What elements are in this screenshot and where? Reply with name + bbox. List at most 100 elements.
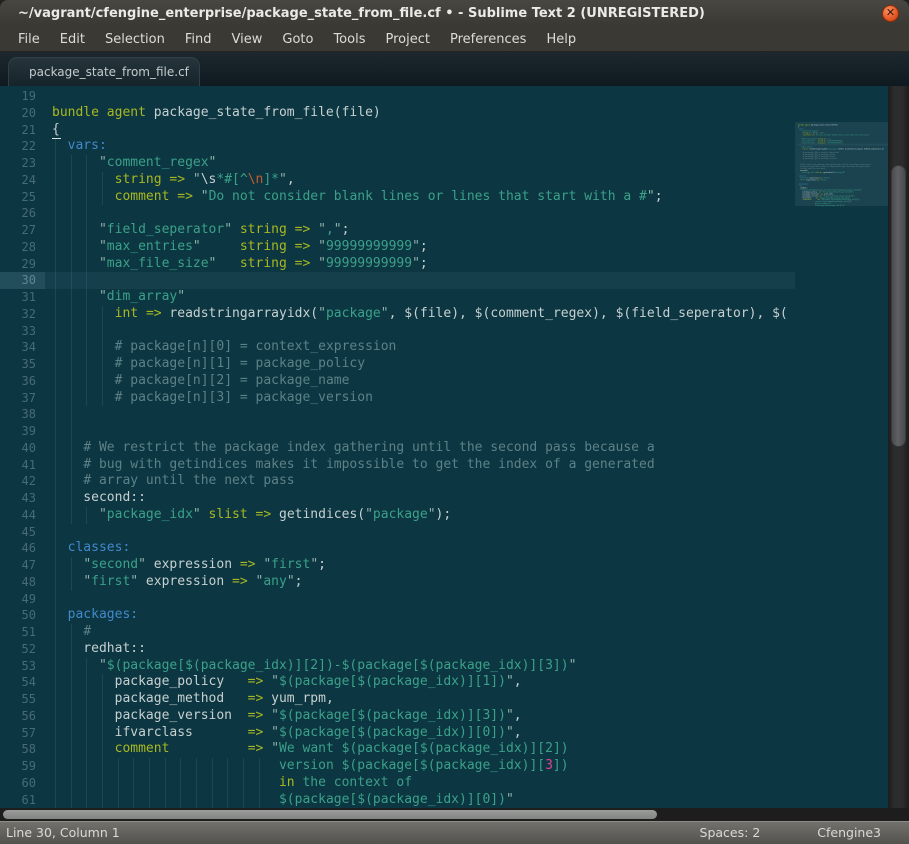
line-number: 38 xyxy=(0,406,45,423)
code-line[interactable]: 43 second:: xyxy=(0,490,795,507)
code-line[interactable]: 61 $(package[$(package_idx)][0])" xyxy=(797,204,888,206)
code-line[interactable]: 53 "$(package[$(package_idx)][2])-$(pack… xyxy=(0,658,795,675)
code-token: " xyxy=(647,189,655,204)
code-text: version $(package[$(package_idx)][3]) xyxy=(45,758,795,775)
code-token xyxy=(193,189,201,204)
minimap[interactable]: 1920bundle agent package_state_from_file… xyxy=(795,86,888,808)
code-line[interactable]: 54 package_policy => "$(package[$(packag… xyxy=(0,674,795,691)
code-line[interactable]: 58 comment => "We want $(package[$(packa… xyxy=(0,741,795,758)
tab-bar: package_state_from_file.cf xyxy=(0,52,909,86)
menu-item-find[interactable]: Find xyxy=(175,27,222,52)
code-line[interactable]: 28 "max_entries" string => "99999999999"… xyxy=(0,239,795,256)
horizontal-scrollbar-thumb[interactable] xyxy=(3,810,657,819)
menu-item-help[interactable]: Help xyxy=(536,27,586,52)
code-text: "field_seperator" string => ","; xyxy=(45,222,795,239)
code-line[interactable]: 57 ifvarclass => "$(package[$(package_id… xyxy=(0,725,795,742)
code-token: comment xyxy=(115,189,170,204)
indent-guide xyxy=(55,356,56,373)
code-line[interactable]: 59 version $(package[$(package_idx)][3]) xyxy=(0,758,795,775)
code-line[interactable]: 19 xyxy=(0,88,795,105)
code-token: second:: xyxy=(52,490,146,505)
code-line[interactable]: 36 # package[n][2] = package_name xyxy=(0,373,795,390)
code-token xyxy=(263,708,271,723)
code-line[interactable]: 34 # package[n][0] = context_expression xyxy=(0,339,795,356)
code-token xyxy=(52,172,115,187)
menu-item-edit[interactable]: Edit xyxy=(50,27,95,52)
code-token: " xyxy=(209,155,217,170)
indent-guide xyxy=(71,658,72,675)
code-line[interactable]: 24 string => "\s*#[^\n]*", xyxy=(0,172,795,189)
indent-guide xyxy=(86,356,87,373)
line-number: 55 xyxy=(0,691,45,708)
code-token: " xyxy=(99,658,107,673)
code-line[interactable]: 23 "comment_regex" xyxy=(0,155,795,172)
code-line[interactable]: 33 xyxy=(0,323,795,340)
vertical-scrollbar[interactable] xyxy=(888,86,909,808)
code-text: "second" expression => "first"; xyxy=(45,557,795,574)
indent-guide xyxy=(259,758,260,775)
indent-guide xyxy=(133,758,134,775)
code-token: => xyxy=(177,189,193,204)
code-line[interactable]: 60 in the context of xyxy=(0,775,795,792)
code-line[interactable]: 20bundle agent package_state_from_file(f… xyxy=(0,105,795,122)
menu-item-tools[interactable]: Tools xyxy=(323,27,375,52)
code-token: 99999999999 xyxy=(326,256,412,271)
horizontal-scrollbar[interactable] xyxy=(0,808,909,821)
indent-guide xyxy=(227,758,228,775)
code-line[interactable]: 56 package_version => "$(package[$(packa… xyxy=(0,708,795,725)
indent-guide xyxy=(55,189,56,206)
menu-item-project[interactable]: Project xyxy=(375,27,439,52)
code-line[interactable]: 35 # package[n][1] = package_policy xyxy=(0,356,795,373)
line-number: 51 xyxy=(0,624,45,641)
line-number: 20 xyxy=(0,105,45,122)
code-line[interactable]: 48 "first" expression => "any"; xyxy=(0,574,795,591)
vertical-scrollbar-thumb[interactable] xyxy=(891,165,906,447)
title-bar[interactable]: ~/vagrant/cfengine_enterprise/package_st… xyxy=(0,0,909,27)
code-line[interactable]: 21{ xyxy=(0,122,795,139)
indent-guide xyxy=(86,323,87,340)
code-line[interactable]: 39 xyxy=(0,423,795,440)
code-line[interactable]: 25 comment => "Do not consider blank lin… xyxy=(0,189,795,206)
indent-setting[interactable]: Spaces: 2 xyxy=(700,825,761,840)
code-line[interactable]: 55 package_method => yum_rpm, xyxy=(0,691,795,708)
menu-item-preferences[interactable]: Preferences xyxy=(440,27,536,52)
code-line[interactable]: 46 classes: xyxy=(0,540,795,557)
code-line[interactable]: 32 int => readstringarrayidx("package", … xyxy=(0,306,795,323)
code-area[interactable]: 1920bundle agent package_state_from_file… xyxy=(0,86,795,808)
code-line[interactable]: 26 xyxy=(0,205,795,222)
code-line[interactable]: 29 "max_file_size" string => "9999999999… xyxy=(0,256,795,273)
code-line[interactable]: 22 vars: xyxy=(0,138,795,155)
menu-item-file[interactable]: File xyxy=(8,27,50,52)
code-line[interactable]: 42 # array until the next pass xyxy=(0,473,795,490)
code-token: classes: xyxy=(68,540,131,555)
code-line[interactable]: 49 xyxy=(0,591,795,608)
code-line[interactable]: 38 xyxy=(0,406,795,423)
code-token: " xyxy=(130,574,138,589)
indent-guide xyxy=(86,674,87,691)
code-line[interactable]: 37 # package[n][3] = package_version xyxy=(0,390,795,407)
code-line[interactable]: 50 packages: xyxy=(0,607,795,624)
code-line[interactable]: 51 # xyxy=(0,624,795,641)
close-button[interactable]: ✕ xyxy=(882,5,899,22)
code-token xyxy=(185,172,193,187)
code-line[interactable]: 31 "dim_array" xyxy=(0,289,795,306)
code-line[interactable]: 45 xyxy=(0,524,795,541)
code-line[interactable]: 41 # bug with getindices makes it imposs… xyxy=(0,457,795,474)
code-line[interactable]: 40 # We restrict the package index gathe… xyxy=(0,440,795,457)
menu-item-goto[interactable]: Goto xyxy=(272,27,323,52)
syntax-mode[interactable]: Cfengine3 xyxy=(817,825,881,840)
indent-guide xyxy=(243,792,244,809)
code-line[interactable]: 44 "package_idx" slist => getindices("pa… xyxy=(0,507,795,524)
tab-package-state-from-file[interactable]: package_state_from_file.cf xyxy=(8,57,200,86)
code-line[interactable]: 61 $(package[$(package_idx)][0])" xyxy=(0,792,795,809)
code-line[interactable]: 30 xyxy=(0,272,795,289)
code-line[interactable]: 27 "field_seperator" string => ","; xyxy=(0,222,795,239)
menu-item-selection[interactable]: Selection xyxy=(95,27,175,52)
code-line[interactable]: 52 redhat:: xyxy=(0,641,795,658)
line-number: 46 xyxy=(0,540,45,557)
indent-guide xyxy=(86,339,87,356)
menu-item-view[interactable]: View xyxy=(222,27,273,52)
code-line[interactable]: 47 "second" expression => "first"; xyxy=(0,557,795,574)
indent-guide xyxy=(71,256,72,273)
code-token: " xyxy=(177,289,185,304)
